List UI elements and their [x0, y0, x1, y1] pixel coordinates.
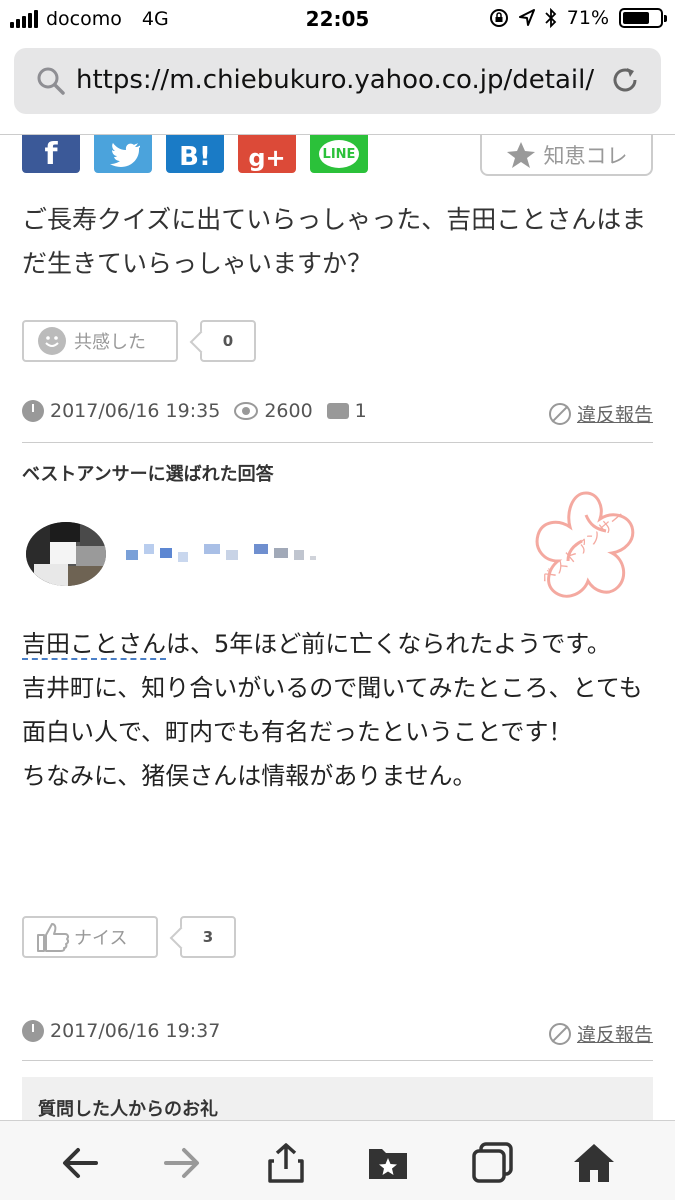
view-count: 2600: [264, 400, 313, 422]
forward-arrow-icon[interactable]: [160, 1141, 204, 1185]
hatena-icon: B!: [179, 142, 211, 172]
back-arrow-icon[interactable]: [58, 1141, 102, 1185]
url-text[interactable]: https://m.chiebukuro.yahoo.co.jp/detail/…: [76, 65, 596, 95]
divider: [22, 1060, 653, 1061]
twitter-icon: [110, 143, 140, 167]
divider: [22, 442, 653, 443]
thumbs-up-icon: [37, 923, 70, 952]
nice-button[interactable]: ナイス: [22, 916, 158, 958]
address-bar[interactable]: https://m.chiebukuro.yahoo.co.jp/detail/…: [14, 48, 661, 114]
chiecolle-button[interactable]: 知恵コレ: [480, 135, 653, 176]
twitter-share-button[interactable]: [94, 135, 152, 173]
clock-icon: [22, 400, 44, 422]
stamp-text: ベストアンサー: [537, 507, 629, 588]
bookmarks-icon[interactable]: [366, 1141, 410, 1185]
googleplus-icon: g+: [248, 144, 286, 172]
facebook-icon: f: [44, 137, 58, 172]
answers-icon: [326, 403, 349, 419]
report-label: 違反報告: [576, 1024, 653, 1046]
share-icon[interactable]: [264, 1141, 308, 1185]
views-icon: [234, 402, 259, 420]
line-icon: LINE: [319, 140, 359, 168]
star-icon: [506, 141, 535, 168]
googleplus-share-button[interactable]: g+: [238, 135, 296, 173]
browser-toolbar: [0, 1120, 675, 1200]
smile-icon: [38, 327, 66, 355]
avatar[interactable]: [26, 522, 106, 586]
line-label: LINE: [322, 146, 356, 162]
search-icon: [37, 67, 65, 95]
tabs-icon[interactable]: [470, 1141, 514, 1185]
rotation-lock-icon: [489, 9, 508, 27]
answer-date: 2017/06/16 19:37: [50, 1020, 221, 1042]
report-link-question[interactable]: 違反報告: [548, 400, 653, 427]
answer-line-1: 吉田ことさんは、5年ほど前に亡くなられたようです。: [22, 622, 652, 666]
answer-line-1-rest: は、5年ほど前に亡くなられたようです。: [166, 630, 611, 658]
nice-label: ナイス: [74, 928, 128, 949]
answer-text: 吉田ことさんは、5年ほど前に亡くなられたようです。 吉井町に、知り合いがいるので…: [22, 622, 652, 798]
question-text: ご長寿クイズに出ていらっしゃった、吉田ことさんはまだ生きていらっしゃいますか？: [22, 205, 647, 278]
nice-count: 3: [180, 916, 236, 958]
location-icon: [518, 9, 535, 26]
status-right: 71%: [489, 7, 667, 29]
hatena-bookmark-button[interactable]: B!: [166, 135, 224, 173]
answer-line-2: 吉井町に、知り合いがいるので聞いてみたところ、とても面白い人で、町内でも有名だっ…: [22, 674, 643, 746]
best-answer-heading: ベストアンサーに選ばれた回答: [22, 464, 274, 485]
report-link-answer[interactable]: 違反報告: [548, 1020, 653, 1047]
question-date: 2017/06/16 19:35: [50, 400, 221, 422]
answer-line-3: ちなみに、猪俣さんは情報がありません。: [22, 762, 477, 790]
prohibited-icon: [548, 402, 571, 425]
question-meta: 2017/06/16 19:35 2600 1: [22, 400, 367, 422]
empathy-button[interactable]: 共感した: [22, 320, 178, 362]
reload-icon[interactable]: [609, 64, 641, 96]
answerer-name-redacted[interactable]: [126, 544, 316, 562]
bluetooth-icon: [545, 8, 557, 28]
best-answer-stamp: ベストアンサー: [535, 491, 635, 598]
empathy-count: 0: [200, 320, 256, 362]
report-label: 違反報告: [576, 404, 653, 426]
status-bar: docomo 4G 22:05 71%: [0, 0, 675, 40]
battery-percent: 71%: [566, 7, 609, 29]
answer-count: 1: [354, 400, 367, 422]
clock-icon: [22, 1020, 44, 1042]
line-share-button[interactable]: LINE: [310, 135, 368, 173]
battery-icon: [619, 8, 667, 28]
person-name-link[interactable]: 吉田ことさん: [22, 630, 166, 660]
chiecolle-label: 知恵コレ: [543, 143, 628, 168]
share-buttons: f B! g+ LINE: [22, 135, 368, 175]
prohibited-icon: [548, 1022, 571, 1045]
facebook-share-button[interactable]: f: [22, 135, 80, 173]
empathy-label: 共感した: [74, 332, 146, 353]
home-icon[interactable]: [572, 1141, 616, 1185]
thanks-heading: 質問した人からのお礼: [38, 1099, 218, 1120]
answer-meta: 2017/06/16 19:37: [22, 1020, 220, 1042]
